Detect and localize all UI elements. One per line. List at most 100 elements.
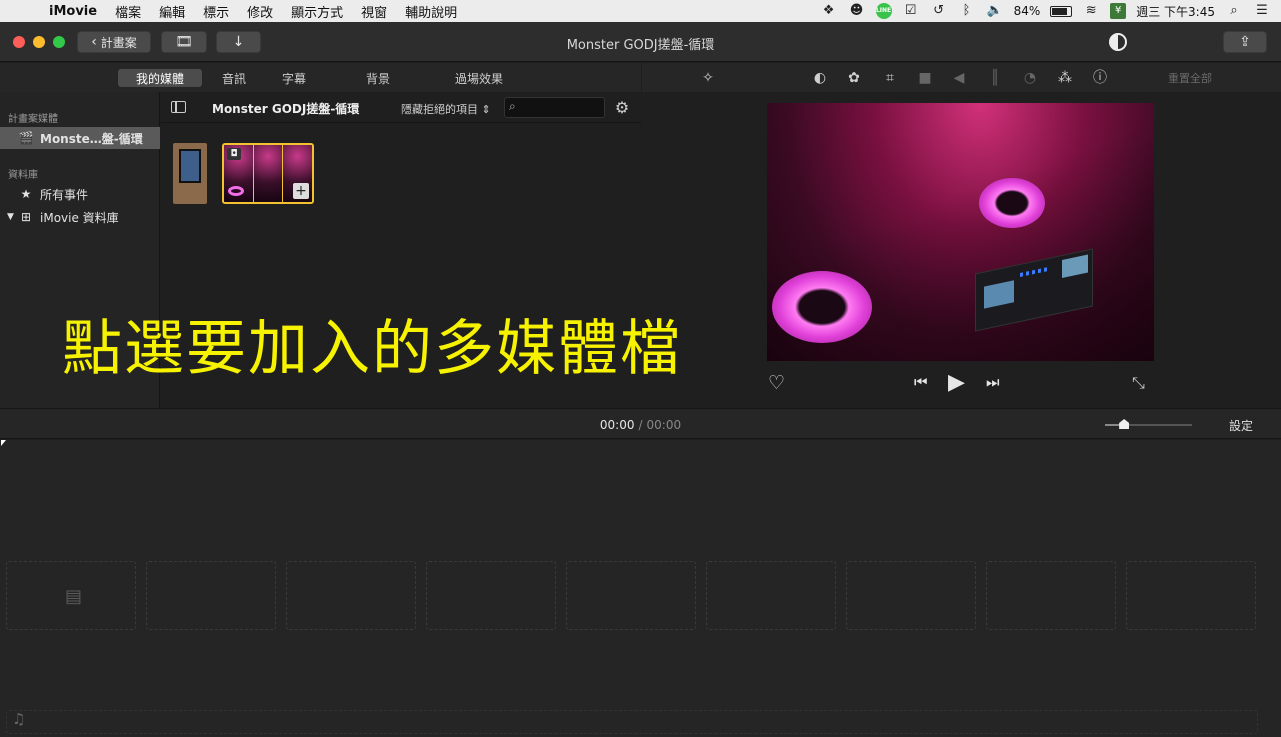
color-palette-icon[interactable]: ✿ <box>844 68 864 88</box>
fullscreen-icon[interactable]: ⤡ <box>1132 373 1145 393</box>
menu-file[interactable]: 檔案 <box>106 2 150 21</box>
menu-clock[interactable]: 週三 下午3:45 <box>1136 3 1215 20</box>
time-machine-icon[interactable]: ↺ <box>930 3 948 19</box>
menu-help[interactable]: 輔助說明 <box>396 2 466 21</box>
tab-my-media[interactable]: 我的媒體 <box>118 69 202 87</box>
menu-app-imovie[interactable]: iMovie <box>40 4 106 19</box>
current-time: 00:00 <box>599 418 635 432</box>
gear-icon[interactable]: ⚙ <box>613 99 631 117</box>
timeline-zoom-slider[interactable] <box>1105 419 1192 429</box>
line-icon[interactable]: LINE <box>875 3 892 19</box>
stabilization-camera-icon[interactable]: ■ <box>915 68 935 88</box>
volume-icon[interactable]: 🔈 <box>986 3 1004 19</box>
wifi-icon[interactable]: ≋ <box>1082 3 1100 19</box>
menu-modify[interactable]: 修改 <box>238 2 282 21</box>
camera-icon: ◘ <box>227 148 241 160</box>
input-method-icon[interactable]: ¥ <box>1110 3 1127 19</box>
clip-frame: ◘ <box>224 145 254 202</box>
tab-transitions[interactable]: 過場效果 <box>447 69 511 87</box>
timeline-drop-slot[interactable] <box>1126 561 1256 630</box>
color-balance-icon[interactable]: ◐ <box>810 68 830 88</box>
notification-center-icon[interactable]: ☰ <box>1253 3 1271 19</box>
menu-bar: iMovie 檔案 編輯 標示 修改 顯示方式 視窗 輔助說明 ❖ ☻ LINE… <box>0 0 1281 22</box>
up-down-chevron-icon: ⇕ <box>481 103 491 116</box>
preview-device-leds <box>1020 266 1050 277</box>
search-icon: ⌕ <box>509 99 516 113</box>
viewer-panel: ♡ ⏮ ▶ ⏭ ⤡ <box>642 92 1281 408</box>
sidebar-item-all-events[interactable]: ★ 所有事件 <box>0 183 160 205</box>
timeline-settings-button[interactable]: 設定 <box>1229 417 1253 434</box>
music-note-icon: ♫ <box>12 710 26 728</box>
menu-edit[interactable]: 編輯 <box>150 2 194 21</box>
bluetooth-icon[interactable]: ᛒ <box>958 3 976 19</box>
crop-icon[interactable]: ⌗ <box>880 68 900 88</box>
star-icon: ★ <box>20 187 32 201</box>
qq-icon[interactable]: ☻ <box>848 3 866 19</box>
adjustment-toolbar: ✧ ◐ ✿ ⌗ ■ ◀ ║ ◔ ⁂ ⓘ 重置全部 <box>642 63 1281 92</box>
video-preview <box>767 103 1154 361</box>
window-title: Monster GODJ搓盤-循環 <box>566 38 715 53</box>
magic-wand-icon[interactable]: ✧ <box>698 68 718 88</box>
tab-backgrounds[interactable]: 背景 <box>356 69 400 87</box>
volume-adjust-icon[interactable]: ◀ <box>949 68 969 88</box>
equalizer-icon[interactable]: ║ <box>985 68 1005 88</box>
timeline-drop-slot[interactable] <box>986 561 1116 630</box>
sidebar-toggle-icon[interactable] <box>171 101 186 113</box>
browser-tab-bar: 我的媒體 音訊 字幕 背景 過場效果 <box>0 63 641 92</box>
timecode-display: 00:00/00:00 <box>0 418 1281 432</box>
reset-all-button[interactable]: 重置全部 <box>1168 70 1212 86</box>
playhead-marker[interactable] <box>1 440 6 446</box>
sidebar-item-project[interactable]: 🎬 Monste…盤-循環 <box>0 127 160 149</box>
sidebar-item-imovie-library[interactable]: ▼ ⊞ iMovie 資料庫 <box>0 206 160 228</box>
disclosure-triangle-icon[interactable]: ▼ <box>7 212 14 222</box>
play-icon[interactable]: ▶ <box>948 370 965 395</box>
grid-icon: ⊞ <box>20 210 32 224</box>
tab-titles[interactable]: 字幕 <box>272 69 316 87</box>
sidebar-item-project-label: Monste…盤-循環 <box>40 131 143 146</box>
skip-forward-icon[interactable]: ⏭ <box>986 373 1000 391</box>
share-icon: ⇪ <box>1239 34 1251 50</box>
film-strip-icon: ▤ <box>65 586 83 607</box>
preview-device-screen-right <box>1062 254 1088 279</box>
menu-window[interactable]: 視窗 <box>352 2 396 21</box>
dropbox-icon[interactable]: ❖ <box>820 3 838 19</box>
timeline-drop-slot[interactable] <box>846 561 976 630</box>
spotlight-search-icon[interactable]: ⌕ <box>1225 3 1243 19</box>
timeline-drop-slot[interactable] <box>706 561 836 630</box>
media-clip-video-selected[interactable]: ◘ + <box>222 143 314 204</box>
timeline-drop-slot[interactable] <box>566 561 696 630</box>
tab-audio[interactable]: 音訊 <box>212 69 256 87</box>
instruction-caption: 點選要加入的多媒體檔 <box>62 314 682 384</box>
timeline-drop-slot[interactable] <box>146 561 276 630</box>
preview-device-screen <box>984 280 1014 309</box>
info-icon[interactable]: ⓘ <box>1090 68 1110 88</box>
favorite-heart-icon[interactable]: ♡ <box>768 372 785 394</box>
clip-frame-content <box>228 186 244 196</box>
media-clip-photo[interactable] <box>173 143 207 204</box>
speed-gauge-icon[interactable]: ◔ <box>1020 68 1040 88</box>
clip-thumbnail <box>179 149 201 183</box>
filter-dropdown[interactable]: 隱藏拒絕的項目 ⇕ <box>401 101 491 117</box>
preview-speaker-near <box>772 271 872 343</box>
project-timeline[interactable]: ▤ ♫ <box>0 440 1281 737</box>
skip-back-icon[interactable]: ⏮ <box>914 373 928 391</box>
battery-percent: 84% <box>1013 4 1041 18</box>
filter-dropdown-label: 隱藏拒絕的項目 <box>401 103 478 116</box>
checkmark-icon[interactable]: ☑ <box>902 3 920 19</box>
timeline-drop-slot[interactable]: ▤ <box>6 561 136 630</box>
menu-view[interactable]: 顯示方式 <box>282 2 352 21</box>
browser-title: Monster GODJ搓盤-循環 <box>212 102 360 116</box>
share-button[interactable]: ⇪ <box>1223 31 1267 53</box>
search-field[interactable]: ⌕ <box>504 97 605 118</box>
timeline-drop-slot[interactable] <box>286 561 416 630</box>
battery-icon[interactable] <box>1050 5 1073 17</box>
audio-track-lane[interactable] <box>6 710 1258 734</box>
add-to-project-icon[interactable]: + <box>293 183 310 199</box>
clapperboard-icon: 🎬 <box>18 131 34 145</box>
enhance-theme-icon[interactable] <box>1109 33 1127 51</box>
filters-icon[interactable]: ⁂ <box>1055 68 1075 88</box>
timeline-drop-slot[interactable] <box>426 561 556 630</box>
menu-mark[interactable]: 標示 <box>194 2 238 21</box>
preview-speaker-far <box>979 178 1045 228</box>
search-input[interactable] <box>525 100 601 115</box>
